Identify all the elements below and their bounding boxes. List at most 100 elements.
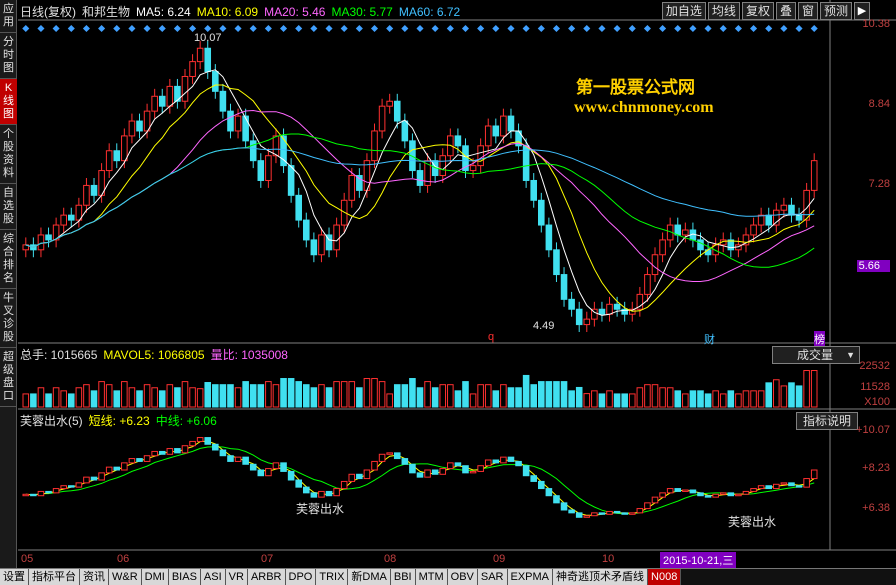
indicator-candle [575,512,583,518]
signal-diamond [264,24,272,33]
candle [90,184,98,196]
indicator-candle [401,458,409,465]
tab-11[interactable]: 新DMA [348,569,391,585]
tab-18[interactable]: N008 [648,569,682,585]
volume-bar [128,387,136,408]
candle [393,100,401,122]
adjust-button[interactable]: 复权 [741,2,774,20]
nav-app[interactable]: 应用 [0,0,17,33]
marker-finance[interactable]: 财 [704,331,715,347]
tab-2[interactable]: 资讯 [80,569,109,585]
indicator-candle [795,485,803,488]
candle [439,155,447,177]
indicator-candle [204,437,212,445]
indicator-candle [621,512,628,515]
tab-16[interactable]: EXPMA [507,569,554,585]
tab-6[interactable]: ASI [200,569,226,585]
signal-label-1: 芙蓉出水 [296,502,345,516]
indicator-candle [348,473,356,482]
volume-bar [803,370,810,408]
volume-bar [704,393,712,408]
signal-diamond [143,24,151,33]
indicator-candle [803,478,810,488]
marker-rank[interactable]: 榜 [814,331,825,347]
ma-button[interactable]: 均线 [707,2,740,20]
window-button[interactable]: 窗 [797,2,818,20]
nav-intraday[interactable]: 分时图 [0,33,17,79]
tab-17[interactable]: 神奇逃顶术矛盾线 [553,569,649,585]
tab-9[interactable]: DPO [285,569,317,585]
tab-0[interactable]: 设置 [0,569,29,585]
volume-bar [121,381,128,408]
signal-diamond [810,24,818,33]
indicator-candle [371,460,378,471]
signal-diamond [492,24,500,33]
candle [257,160,265,181]
candle [113,150,121,162]
nav-diagnosis[interactable]: 牛叉诊股 [0,289,17,348]
candle [553,249,560,276]
indicator-candle [363,469,371,480]
signal-diamond [249,24,257,33]
nav-watchlist[interactable]: 自选股 [0,184,17,230]
signal-diamond [204,24,212,33]
indicator-candle [272,462,280,470]
kline-chart[interactable] [18,0,896,568]
forecast-button[interactable]: 预测 [819,2,852,20]
indicator-candle [90,476,98,481]
signal-diamond [67,24,75,33]
candle [158,95,166,107]
volume-bar [454,390,462,408]
add-watchlist-button[interactable]: 加自选 [661,2,706,20]
signal-diamond [750,24,758,33]
overlay-button[interactable]: 叠 [775,2,796,20]
volume-bar [621,393,628,408]
indicator-candle [386,452,393,455]
ma20-line [25,109,815,282]
tab-1[interactable]: 指标平台 [29,569,80,585]
tab-15[interactable]: SAR [477,569,508,585]
chart-title: 日线(复权) [20,5,76,19]
candle [583,318,591,326]
tab-13[interactable]: MTM [415,569,448,585]
tab-14[interactable]: OBV [447,569,478,585]
ma5-label: MA5: 6.24 [136,5,191,19]
indicator-candle [45,490,52,494]
tab-8[interactable]: ARBR [247,569,286,585]
volume-bar [416,387,424,408]
tab-7[interactable]: VR [225,569,248,585]
volume-bar [674,390,682,408]
marker-q[interactable]: q [488,331,494,343]
volume-bar [348,381,356,408]
indicator-help-button[interactable]: 指标说明 [796,412,858,430]
indicator-candle [666,488,674,494]
indicator-candle [462,465,469,474]
nav-orderbook[interactable]: 超级盘口 [0,348,17,407]
nav-kline[interactable]: K线图 [0,79,17,125]
signal-diamond [689,24,697,33]
volume-bar [189,387,196,408]
indicator-candle [477,465,484,472]
signal-diamond [219,24,227,33]
tab-5[interactable]: BIAS [168,569,201,585]
volume-bar [568,390,575,408]
volume-select[interactable]: 成交量 ▼ [772,346,860,364]
nav-profile[interactable]: 个股资料 [0,125,17,184]
volume-total: 总手: 1015665 [20,348,98,362]
high-price-label: 10.07 [194,32,222,44]
tab-4[interactable]: DMI [141,569,169,585]
candle [659,239,666,256]
tab-3[interactable]: W&R [109,569,142,585]
nav-ranking[interactable]: 综合排名 [0,230,17,289]
candle [287,165,295,196]
tab-10[interactable]: TRIX [316,569,349,585]
volume-bar [757,390,765,408]
indicator-candle [628,512,636,515]
tab-12[interactable]: BBI [390,569,416,585]
candle [613,303,621,310]
candle [500,115,507,137]
indicator-title: 芙蓉出水(5) [20,414,83,428]
month-label-05: 05 [21,553,34,565]
month-label-08: 08 [384,553,397,565]
price-axis-2: 8.84 [868,98,890,110]
